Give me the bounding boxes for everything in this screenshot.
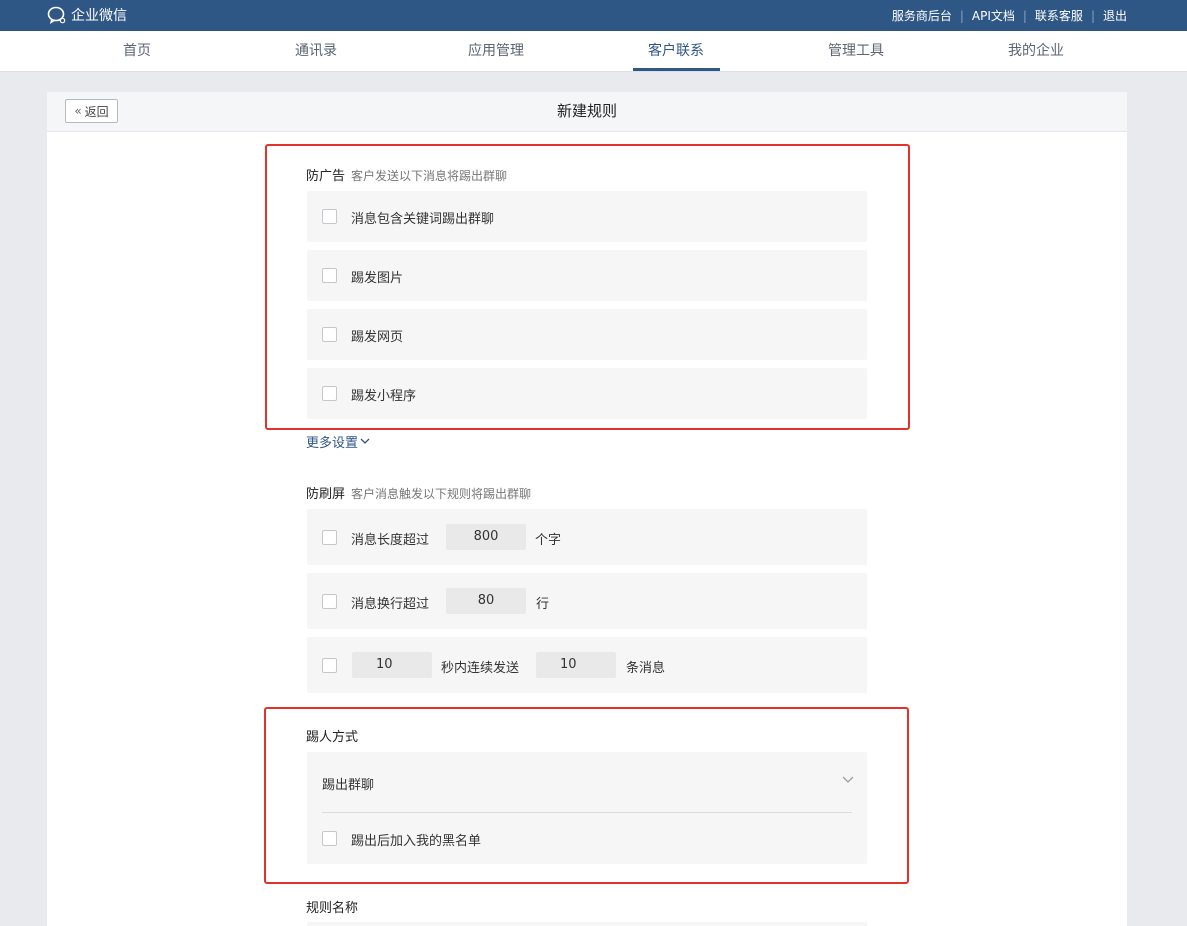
rate-checkbox[interactable] (322, 658, 337, 673)
divider: | (1022, 8, 1027, 23)
anti-ad-heading: 防广告 客户发送以下消息将踢出群聊 (306, 165, 507, 184)
chevron-down-icon (360, 438, 370, 444)
webpage-checkbox[interactable] (322, 327, 337, 342)
divider: | (959, 8, 964, 23)
anti-spam-lines-row: 消息换行超过 80 行 (307, 573, 867, 629)
anti-spam-length-row: 消息长度超过 800 个字 (307, 509, 867, 565)
tab-customer-contact[interactable]: 客户联系 (636, 31, 716, 71)
tab-app-management[interactable]: 应用管理 (456, 31, 536, 71)
tab-contacts[interactable]: 通讯录 (276, 31, 356, 71)
tab-management-tools[interactable]: 管理工具 (816, 31, 896, 71)
more-settings-link[interactable]: 更多设置 (306, 432, 370, 451)
anti-ad-hint: 客户发送以下消息将踢出群聊 (351, 169, 508, 183)
image-checkbox[interactable] (322, 268, 337, 283)
more-settings-label: 更多设置 (306, 436, 359, 451)
length-prefix: 消息长度超过 (351, 533, 430, 548)
anti-ad-option-image[interactable]: 踢发图片 (307, 250, 867, 301)
rate-middle-label: 秒内连续发送 (441, 661, 520, 676)
lines-suffix: 行 (536, 597, 550, 612)
back-label: 返回 (84, 104, 109, 119)
miniprogram-checkbox[interactable] (322, 386, 337, 401)
top-bar: 企业微信 服务商后台 | API文档 | 联系客服 | 退出 (0, 0, 1187, 31)
anti-ad-option-webpage[interactable]: 踢发网页 (307, 309, 867, 360)
anti-spam-title: 防刷屏 (306, 487, 346, 502)
wecom-logo-icon (47, 6, 66, 25)
keyword-checkbox[interactable] (322, 209, 337, 224)
card-header: 新建规则 « 返回 (47, 92, 1127, 132)
anti-ad-option-keyword[interactable]: 消息包含关键词踢出群聊 (307, 191, 867, 242)
anti-ad-option-miniprogram[interactable]: 踢发小程序 (307, 368, 867, 419)
rate-suffix: 条消息 (626, 661, 666, 676)
blacklist-label: 踢出后加入我的黑名单 (351, 834, 482, 849)
rate-count-input[interactable]: 10 (536, 652, 616, 678)
length-checkbox[interactable] (322, 530, 337, 545)
contact-support-link[interactable]: 联系客服 (1035, 7, 1083, 24)
miniprogram-option-label: 踢发小程序 (351, 389, 417, 404)
webpage-option-label: 踢发网页 (351, 330, 404, 345)
double-chevron-left-icon: « (74, 104, 82, 118)
page-title: 新建规则 (556, 102, 617, 120)
service-provider-link[interactable]: 服务商后台 (892, 7, 952, 24)
lines-input[interactable]: 80 (446, 588, 526, 614)
active-tab-indicator (633, 68, 720, 71)
lines-checkbox[interactable] (322, 594, 337, 609)
anti-spam-rate-row: 10 秒内连续发送 10 条消息 (307, 637, 867, 693)
api-docs-link[interactable]: API文档 (972, 7, 1015, 24)
kick-method-select-value[interactable]: 踢出群聊 (322, 774, 374, 793)
divider (322, 812, 852, 813)
tab-my-enterprise[interactable]: 我的企业 (996, 31, 1076, 71)
blacklist-checkbox[interactable] (322, 831, 337, 846)
length-suffix: 个字 (535, 533, 562, 548)
rule-form-card: 新建规则 « 返回 防广告 客户发送以下消息将踢出群聊 消息包含关键词踢出群聊 踢… (47, 92, 1127, 926)
chevron-down-icon[interactable] (842, 776, 854, 784)
kick-method-panel: 踢出群聊 踢出后加入我的黑名单 (307, 752, 867, 864)
anti-spam-hint: 客户消息触发以下规则将踢出群聊 (351, 487, 532, 501)
length-input[interactable]: 800 (446, 524, 526, 550)
keyword-option-label: 消息包含关键词踢出群聊 (351, 212, 495, 227)
top-links: 服务商后台 | API文档 | 联系客服 | 退出 (892, 7, 1127, 24)
kick-method-heading: 踢人方式 (306, 730, 359, 745)
main-nav: 首页 通讯录 应用管理 客户联系 管理工具 我的企业 (0, 31, 1187, 72)
logo-text: 企业微信 (71, 8, 127, 24)
anti-spam-heading: 防刷屏 客户消息触发以下规则将踢出群聊 (306, 483, 531, 502)
divider: | (1090, 8, 1095, 23)
tab-home[interactable]: 首页 (97, 31, 177, 71)
logo[interactable]: 企业微信 (47, 5, 127, 25)
lines-prefix: 消息换行超过 (351, 597, 430, 612)
rate-seconds-input[interactable]: 10 (352, 652, 432, 678)
logout-link[interactable]: 退出 (1103, 7, 1127, 24)
rule-name-input[interactable] (307, 922, 867, 926)
anti-ad-title: 防广告 (306, 169, 346, 184)
back-button[interactable]: « 返回 (65, 99, 118, 123)
image-option-label: 踢发图片 (351, 271, 404, 286)
rule-name-label: 规则名称 (306, 901, 359, 916)
